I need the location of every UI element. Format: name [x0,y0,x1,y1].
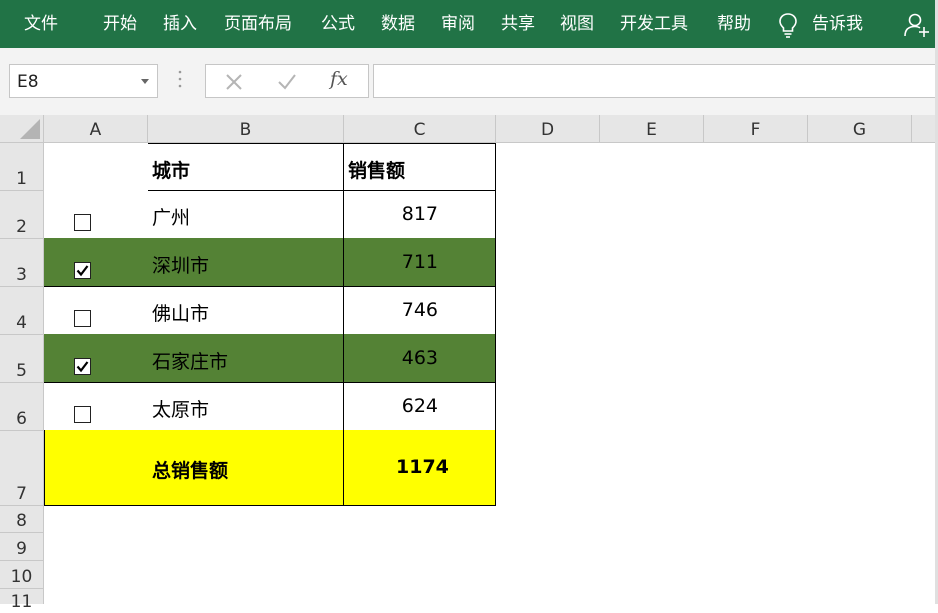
formula-input[interactable] [373,64,938,98]
row-number: 7 [16,484,27,504]
chevron-down-icon[interactable] [141,79,149,84]
checkbox-guangzhou[interactable] [74,214,91,231]
sales-value: 463 [401,347,438,369]
city-name: 广州 [152,207,191,229]
row-header-9[interactable]: 9 [0,533,44,561]
checkbox-taiyuan[interactable] [74,406,91,423]
city-name: 石家庄市 [152,351,229,373]
cell-b1[interactable]: 城市 [148,143,344,191]
cell-c2[interactable]: 817 [343,190,496,239]
cell-c5[interactable]: 463 [343,334,496,383]
checkbox-foshan[interactable] [74,310,91,327]
cancel-icon[interactable] [223,71,245,93]
column-header-a[interactable]: A [44,115,148,143]
row-header-11[interactable]: 11 [0,589,44,612]
total-row[interactable]: 总销售额 [44,430,343,506]
cell-c4[interactable]: 746 [343,286,496,335]
tab-page-layout[interactable]: 页面布局 [224,12,292,36]
row-number: 4 [16,313,27,333]
lightbulb-icon[interactable] [778,12,798,38]
tab-share[interactable]: 共享 [501,12,535,36]
total-value-cell[interactable]: 1174 [343,430,496,506]
row-header-3[interactable]: 3 [0,239,44,287]
tab-insert[interactable]: 插入 [163,12,197,36]
sales-value: 817 [401,203,438,225]
tell-me-search[interactable]: 告诉我 [812,12,863,36]
column-header-e[interactable]: E [600,115,704,143]
cell-a1[interactable] [44,143,148,191]
row-number: 8 [16,511,27,531]
cell-c3[interactable]: 711 [343,238,496,287]
total-value: 1174 [396,456,449,478]
header-sales: 销售额 [348,160,406,182]
row-number: 11 [10,592,33,612]
row-header-7[interactable]: 7 [0,431,44,506]
tab-view[interactable]: 视图 [560,12,594,36]
tab-developer[interactable]: 开发工具 [620,12,688,36]
tab-review[interactable]: 审阅 [441,12,475,36]
total-label: 总销售额 [152,460,229,482]
row-header-2[interactable]: 2 [0,191,44,239]
check-icon [76,361,89,373]
column-header-f[interactable]: F [704,115,808,143]
row-header-10[interactable]: 10 [0,561,44,589]
column-header-d[interactable]: D [496,115,600,143]
checkbox-shenzhen[interactable] [74,262,91,279]
tab-data[interactable]: 数据 [381,12,415,36]
row-number: 3 [16,265,27,285]
sales-value: 711 [401,251,438,273]
drag-handle-icon[interactable] [178,68,182,90]
select-all-corner[interactable] [0,115,44,143]
column-header-c[interactable]: C [344,115,496,143]
row-number: 5 [16,361,27,381]
city-name: 深圳市 [152,255,210,277]
ribbon-menu-bar: 文件 开始 插入 页面布局 公式 数据 审阅 共享 视图 开发工具 帮助 告诉我 [0,0,938,48]
insert-function-button[interactable]: fx [330,68,348,90]
sales-value: 746 [401,299,438,321]
row-number: 9 [16,539,27,559]
cell-c6[interactable]: 624 [343,382,496,431]
name-box[interactable]: E8 [9,64,158,98]
column-header-g[interactable]: G [808,115,912,143]
tab-help[interactable]: 帮助 [717,12,751,36]
tab-home[interactable]: 开始 [103,12,137,36]
column-header-b[interactable]: B [148,115,344,143]
row-header-4[interactable]: 4 [0,287,44,335]
row-header-5[interactable]: 5 [0,335,44,383]
city-name: 太原市 [152,399,210,421]
row-number: 1 [16,169,27,189]
city-name: 佛山市 [152,303,210,325]
formula-bar-area: E8 fx [0,48,938,116]
tab-formulas[interactable]: 公式 [321,12,355,36]
row-number: 10 [10,567,33,587]
sales-value: 624 [401,395,438,417]
checkbox-shijiazhuang[interactable] [74,358,91,375]
formula-buttons: fx [205,64,369,98]
select-all-icon [20,119,40,139]
row-header-8[interactable]: 8 [0,506,44,533]
check-icon [76,265,89,277]
tab-file[interactable]: 文件 [24,12,58,36]
row-number: 6 [16,409,27,429]
cell-c1[interactable]: 销售额 [343,143,496,191]
header-city: 城市 [152,160,191,182]
row-number: 2 [16,217,27,237]
row-header-6[interactable]: 6 [0,383,44,431]
row-header-1[interactable]: 1 [0,143,44,191]
share-user-icon[interactable] [904,12,930,38]
enter-check-icon[interactable] [276,71,298,93]
name-box-value: E8 [17,72,39,92]
